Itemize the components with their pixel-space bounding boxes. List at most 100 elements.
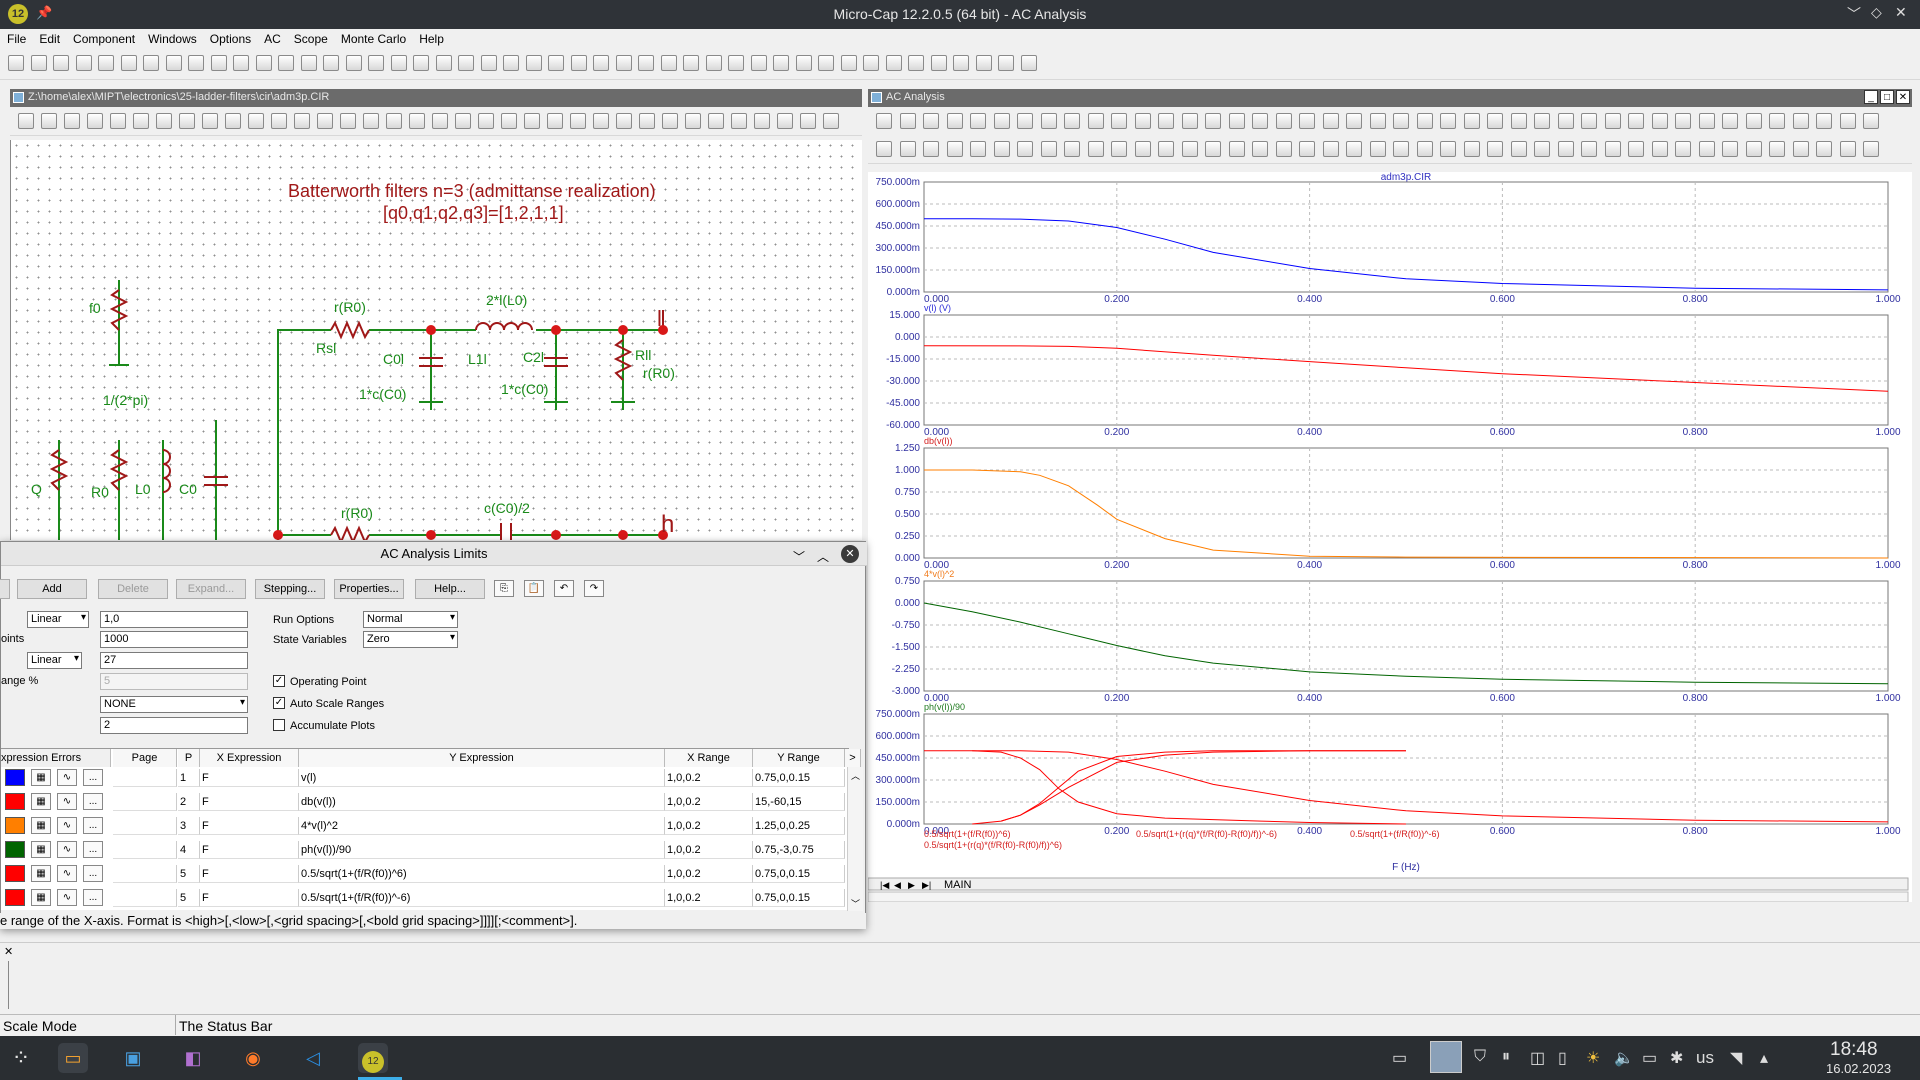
toolbar-button-icon[interactable] (525, 55, 542, 71)
toolbar-button-icon[interactable] (885, 55, 902, 71)
more-options-button[interactable]: ... (83, 817, 103, 834)
toolbar-button-icon[interactable] (363, 113, 379, 129)
toolbar-button-icon[interactable] (248, 113, 264, 129)
page-cell[interactable] (113, 865, 177, 883)
toolbar-button-icon[interactable] (970, 113, 986, 129)
toolbar-button-icon[interactable] (503, 55, 519, 71)
curve-style-icon[interactable]: ∿ (57, 769, 77, 786)
toolbar-button-icon[interactable] (818, 55, 834, 71)
scroll-down-icon[interactable]: ﹀ (851, 897, 860, 910)
toolbar-button-icon[interactable] (1839, 141, 1856, 157)
curve-style-icon[interactable]: ∿ (57, 793, 77, 810)
x-range-cell[interactable]: 1,0,0.2 (665, 793, 753, 811)
toolbar-button-icon[interactable] (64, 113, 80, 129)
toolbar-button-icon[interactable] (1181, 141, 1198, 157)
y-range-cell[interactable]: 0.75,0,0.15 (753, 889, 845, 907)
x-range-cell[interactable]: 1,0,0.2 (665, 889, 753, 907)
toolbar-button-icon[interactable] (923, 141, 939, 157)
toolbar-button-icon[interactable] (1816, 113, 1832, 129)
toolbar-button-icon[interactable] (946, 141, 963, 157)
clock-date[interactable]: 16.02.2023 (1826, 1061, 1891, 1076)
apps-icon[interactable]: ◫ (1530, 1048, 1545, 1068)
dialog-close-icon[interactable]: ✕ (841, 545, 859, 563)
toolbar-button-icon[interactable] (1275, 141, 1292, 157)
toolbar-button-icon[interactable] (409, 113, 425, 129)
toolbar-button-icon[interactable] (390, 55, 407, 71)
toolbar-button-icon[interactable] (1017, 141, 1033, 157)
auto-scale-checkbox[interactable]: ✓ (273, 697, 285, 709)
toolbar-button-icon[interactable] (1040, 113, 1057, 129)
toolbar-button-icon[interactable] (1440, 141, 1456, 157)
operating-point-checkbox[interactable]: ✓ (273, 675, 285, 687)
toolbar-button-icon[interactable] (255, 55, 272, 71)
battery-icon[interactable]: ▭ (1642, 1048, 1657, 1068)
toolbar-button-icon[interactable] (524, 113, 540, 129)
clipboard-icon[interactable]: ▯ (1558, 1048, 1567, 1068)
stepping-button[interactable]: Stepping... (255, 579, 325, 599)
curve-style-icon[interactable]: ∿ (57, 889, 77, 906)
toolbar-button-icon[interactable] (1252, 113, 1268, 129)
toolbar-button-icon[interactable] (210, 55, 227, 71)
toolbar-button-icon[interactable] (317, 113, 333, 129)
x-expression-cell[interactable]: F (200, 865, 299, 883)
plot-color-swatch[interactable] (5, 817, 25, 834)
plot-number-cell[interactable]: 5 (178, 889, 200, 907)
toolbar-button-icon[interactable] (639, 113, 655, 129)
toolbar-button-icon[interactable] (548, 55, 564, 71)
toolbar-button-icon[interactable] (53, 55, 69, 71)
page-cell[interactable] (113, 817, 177, 835)
undo-icon[interactable]: ↶ (554, 580, 574, 597)
x-range-cell[interactable]: 1,0,0.2 (665, 817, 753, 835)
toolbar-button-icon[interactable] (823, 113, 839, 129)
toolbar-button-icon[interactable] (1769, 113, 1785, 129)
toolbar-button-icon[interactable] (1581, 141, 1597, 157)
toolbar-button-icon[interactable] (660, 55, 677, 71)
toolbar-button-icon[interactable] (8, 55, 24, 71)
toolbar-button-icon[interactable] (18, 113, 34, 129)
curve-style-icon[interactable]: ∿ (57, 865, 77, 882)
menu-ac[interactable]: AC (257, 29, 287, 46)
toolbar-button-icon[interactable] (1628, 113, 1644, 129)
page-cell[interactable] (113, 889, 177, 907)
volume-icon[interactable]: 🔈 (1614, 1048, 1634, 1068)
toolbar-button-icon[interactable] (731, 113, 747, 129)
toolbar-button-icon[interactable] (1863, 113, 1879, 129)
more-options-button[interactable]: ... (83, 865, 103, 882)
toolbar-button-icon[interactable] (480, 55, 497, 71)
toolbar-button-icon[interactable] (683, 55, 699, 71)
toolbar-button-icon[interactable] (975, 55, 992, 71)
y-expression-cell[interactable]: 0.5/sqrt(1+(f/R(f0))^6) (299, 865, 665, 883)
file-manager-icon[interactable]: ▭ (58, 1043, 88, 1073)
y-range-cell[interactable]: 15,-60,15 (753, 793, 845, 811)
toolbar-button-icon[interactable] (1745, 141, 1762, 157)
toolbar-button-icon[interactable] (728, 55, 744, 71)
toolbar-button-icon[interactable] (233, 55, 249, 71)
ac-plot-area[interactable]: adm3p.CIR 750.000m 600.000m 450.000m 300.000… (868, 172, 1912, 902)
accumulate-plots-checkbox[interactable] (273, 719, 285, 731)
toolbar-button-icon[interactable] (923, 113, 939, 129)
state-variables-select[interactable]: Zero (363, 631, 458, 648)
schematic-canvas[interactable]: Batterworth filters n=3 (admittanse real… (10, 140, 862, 540)
toolbar-button-icon[interactable] (41, 113, 57, 129)
toolbar-button-icon[interactable] (1463, 113, 1480, 129)
keyboard-layout[interactable]: us (1696, 1048, 1714, 1068)
toolbar-button-icon[interactable] (570, 55, 587, 71)
toolbar-button-icon[interactable] (345, 55, 362, 71)
toolbar-button-icon[interactable] (908, 55, 924, 71)
table-format-icon[interactable]: ▦ (31, 865, 51, 882)
toolbar-button-icon[interactable] (993, 113, 1010, 129)
minimize-icon[interactable]: ﹀ (1847, 4, 1861, 24)
toolbar-button-icon[interactable] (1510, 113, 1527, 129)
toolbar-button-icon[interactable] (1134, 141, 1151, 157)
dialog-maximize-icon[interactable]: ︿ (817, 545, 829, 569)
toolbar-button-icon[interactable] (998, 55, 1014, 71)
toolbar-button-icon[interactable] (1722, 113, 1738, 129)
page-cell[interactable] (113, 841, 177, 859)
toolbar-button-icon[interactable] (930, 55, 947, 71)
toolbar-button-icon[interactable] (1275, 113, 1292, 129)
toolbar-button-icon[interactable] (225, 113, 241, 129)
toolbar-button-icon[interactable] (413, 55, 429, 71)
tab-nav-icon[interactable]: |◀ (880, 880, 889, 890)
notification-icon[interactable]: ☀ (1586, 1048, 1600, 1068)
toolbar-button-icon[interactable] (478, 113, 494, 129)
